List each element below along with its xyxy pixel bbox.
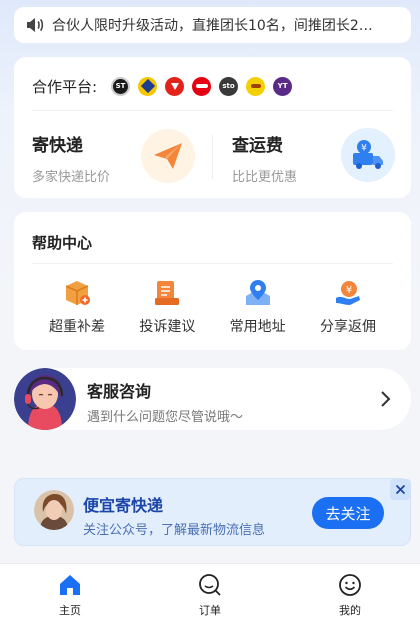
help-item-complaint[interactable]: 投诉建议 (122, 278, 212, 342)
location-pin-icon (245, 280, 270, 305)
customer-service-subtitle: 遇到什么问题您尽管说哦～ (87, 410, 244, 425)
help-item-label: 投诉建议 (139, 319, 196, 335)
jd-logo (165, 76, 185, 96)
help-grid: 超重补差 投诉建议 常用地址 ¥ 分享返佣 (32, 278, 393, 342)
announcement-bar[interactable]: 合伙人限时升级活动，直推团长10名，间推团长2… (14, 7, 411, 43)
speaker-icon (27, 18, 44, 32)
help-item-label: 常用地址 (229, 319, 286, 335)
delivery-truck-icon[interactable]: ¥ (341, 128, 395, 182)
tab-label: 我的 (339, 604, 361, 617)
box-plus-icon (65, 281, 90, 305)
sf-express-logo: ST (111, 76, 131, 96)
tab-profile[interactable]: 我的 (280, 564, 420, 621)
divider (32, 263, 393, 264)
help-item-overweight[interactable]: 超重补差 (32, 278, 122, 342)
help-item-share[interactable]: ¥ 分享返佣 (303, 278, 393, 342)
debang-logo (192, 76, 212, 96)
partner-label: 合作平台: (32, 77, 98, 96)
best-logo (246, 76, 266, 96)
services-card: 合作平台: ST sto YT 寄快递 多家快递比价 查运费 比比更优惠 ¥ (14, 57, 411, 198)
tab-label: 订单 (199, 604, 221, 617)
help-center-title: 帮助中心 (32, 234, 93, 252)
svg-text:¥: ¥ (361, 144, 367, 154)
follow-button[interactable]: 去关注 (312, 497, 384, 529)
help-item-label: 分享返佣 (319, 319, 376, 335)
help-item-address[interactable]: 常用地址 (213, 278, 303, 342)
bottom-tab-bar: 主页 订单 我的 (0, 563, 420, 621)
customer-service-avatar (14, 368, 76, 430)
svg-text:¥: ¥ (346, 285, 352, 296)
home-icon (60, 575, 80, 595)
feedback-icon (155, 281, 180, 305)
announcement-text: 合伙人限时升级活动，直推团长10名，间推团长2… (52, 18, 373, 34)
customer-service-title: 客服咨询 (87, 382, 152, 401)
profile-smile-icon (339, 574, 361, 596)
paper-plane-icon[interactable] (141, 129, 195, 183)
follow-avatar (34, 490, 74, 530)
partner-platforms: 合作平台: ST sto YT (32, 73, 393, 99)
divider (212, 135, 213, 179)
tab-label: 主页 (59, 604, 81, 617)
divider (32, 110, 393, 111)
help-item-label: 超重补差 (49, 319, 105, 335)
order-search-icon (199, 574, 221, 596)
sto-logo: sto (219, 76, 239, 96)
yt-logo: YT (273, 76, 293, 96)
help-center-card: 帮助中心 超重补差 投诉建议 常用地址 ¥ 分享返佣 (14, 212, 411, 350)
follow-title: 便宜寄快递 (83, 496, 164, 515)
share-yuan-icon: ¥ (335, 281, 360, 305)
close-icon[interactable] (390, 479, 411, 500)
follow-subtitle: 关注公众号，了解最新物流信息 (83, 523, 266, 538)
yunda-logo (138, 76, 158, 96)
chevron-right-icon (381, 391, 391, 407)
tab-home[interactable]: 主页 (0, 564, 140, 621)
tab-orders[interactable]: 订单 (140, 564, 280, 621)
